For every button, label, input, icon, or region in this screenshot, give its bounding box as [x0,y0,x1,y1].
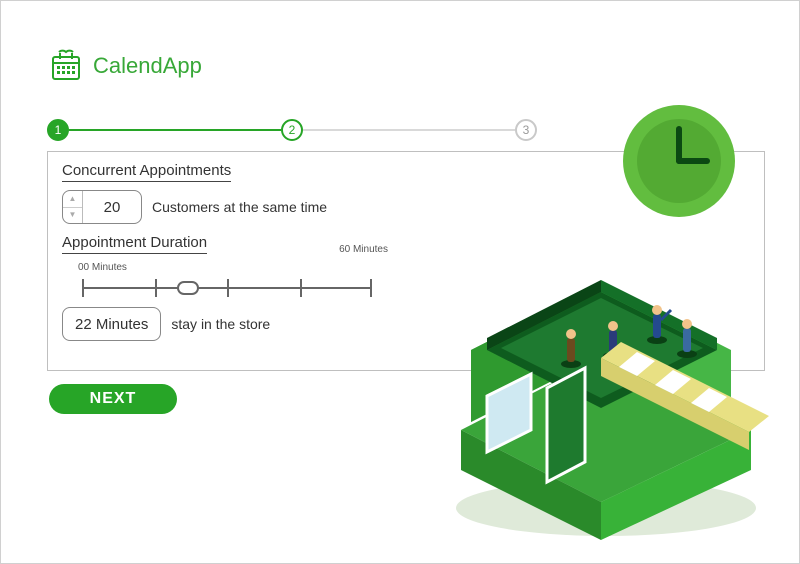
store-illustration [431,240,771,545]
slider-handle[interactable] [177,281,199,295]
app-logo: CalendApp [49,49,202,83]
step-line-2-3 [303,129,515,131]
slider-track[interactable] [82,277,372,299]
concurrent-heading: Concurrent Appointments [62,162,231,182]
slider-min-label: 00 Minutes [78,262,127,273]
step-3[interactable]: 3 [515,119,537,141]
step-1[interactable]: 1 [47,119,69,141]
stepper-arrows[interactable]: ▲ ▼ [63,191,83,223]
chevron-down-icon[interactable]: ▼ [63,208,82,224]
chevron-up-icon[interactable]: ▲ [63,191,82,208]
step-2[interactable]: 2 [281,119,303,141]
step-line-1-2 [69,129,281,131]
concurrent-stepper[interactable]: ▲ ▼ 20 [62,190,142,224]
duration-suffix: stay in the store [171,316,270,332]
concurrent-value: 20 [83,199,141,216]
concurrent-suffix: Customers at the same time [152,199,327,215]
app-name: CalendApp [93,53,202,79]
clock-icon [619,101,739,226]
duration-slider[interactable]: 60 Minutes 00 Minutes [78,262,378,299]
calendar-icon [49,49,83,83]
onboarding-stepper: 1 2 3 [47,119,537,141]
next-button[interactable]: NEXT [49,384,177,414]
slider-max-label: 60 Minutes [339,244,388,255]
duration-value: 22 Minutes [62,307,161,341]
duration-heading: Appointment Duration [62,234,207,254]
